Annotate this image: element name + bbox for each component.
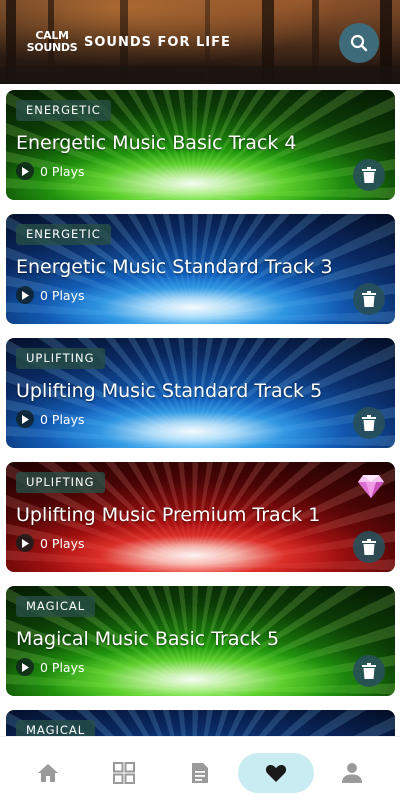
app-title: SOUNDS FOR LIFE xyxy=(84,35,231,50)
bottom-navigation xyxy=(0,736,400,800)
plays-label: 0 Plays xyxy=(40,163,85,179)
track-title: Uplifting Music Premium Track 1 xyxy=(16,504,321,526)
play-count: 0 Plays xyxy=(16,534,85,552)
trash-icon xyxy=(362,415,376,431)
heart-icon xyxy=(265,765,287,782)
category-badge: MAGICAL xyxy=(16,596,96,617)
search-icon xyxy=(350,34,368,52)
premium-gem-icon xyxy=(358,475,384,498)
track-card[interactable]: ENERGETIC Energetic Music Basic Track 4 … xyxy=(6,90,395,200)
track-card[interactable]: ENERGETIC Energetic Music Standard Track… xyxy=(6,214,395,324)
profile-icon xyxy=(342,763,362,783)
search-button[interactable] xyxy=(339,23,379,63)
track-list[interactable]: ENERGETIC Energetic Music Basic Track 4 … xyxy=(0,84,400,736)
nav-documents[interactable] xyxy=(162,753,238,793)
app-header: CALM SOUNDS SOUNDS FOR LIFE xyxy=(0,0,400,84)
category-badge: UPLIFTING xyxy=(16,348,105,369)
document-icon xyxy=(192,763,208,783)
nav-categories[interactable] xyxy=(86,753,162,793)
trash-icon xyxy=(362,291,376,307)
category-badge: UPLIFTING xyxy=(16,472,105,493)
app-logo: CALM SOUNDS xyxy=(26,30,78,60)
play-icon[interactable] xyxy=(16,162,34,180)
grid-icon xyxy=(113,762,135,784)
track-title: Magical Music Basic Track 5 xyxy=(16,628,280,650)
play-count: 0 Plays xyxy=(16,162,85,180)
play-icon[interactable] xyxy=(16,534,34,552)
home-icon xyxy=(38,764,58,782)
play-icon[interactable] xyxy=(16,658,34,676)
track-card[interactable]: UPLIFTING Uplifting Music Standard Track… xyxy=(6,338,395,448)
play-icon[interactable] xyxy=(16,286,34,304)
delete-button[interactable] xyxy=(353,283,385,315)
trash-icon xyxy=(362,539,376,555)
plays-label: 0 Plays xyxy=(40,287,85,303)
delete-button[interactable] xyxy=(353,531,385,563)
delete-button[interactable] xyxy=(353,655,385,687)
plays-label: 0 Plays xyxy=(40,659,85,675)
track-title: Uplifting Music Standard Track 5 xyxy=(16,380,323,402)
category-badge: MAGICAL xyxy=(16,720,96,736)
play-count: 0 Plays xyxy=(16,410,85,428)
play-count: 0 Plays xyxy=(16,658,85,676)
category-badge: ENERGETIC xyxy=(16,100,111,121)
trash-icon xyxy=(362,167,376,183)
track-card[interactable]: MAGICAL xyxy=(6,710,395,736)
play-count: 0 Plays xyxy=(16,286,85,304)
track-card[interactable]: MAGICAL Magical Music Basic Track 5 0 Pl… xyxy=(6,586,395,696)
category-badge: ENERGETIC xyxy=(16,224,111,245)
logo-line-2: SOUNDS xyxy=(26,41,78,54)
plays-label: 0 Plays xyxy=(40,411,85,427)
plays-label: 0 Plays xyxy=(40,535,85,551)
delete-button[interactable] xyxy=(353,407,385,439)
nav-home[interactable] xyxy=(10,753,86,793)
track-card[interactable]: UPLIFTING Uplifting Music Premium Track … xyxy=(6,462,395,572)
track-title: Energetic Music Basic Track 4 xyxy=(16,132,297,154)
track-title: Energetic Music Standard Track 3 xyxy=(16,256,333,278)
delete-button[interactable] xyxy=(353,159,385,191)
nav-favorites[interactable] xyxy=(238,753,314,793)
play-icon[interactable] xyxy=(16,410,34,428)
nav-profile[interactable] xyxy=(314,753,390,793)
trash-icon xyxy=(362,663,376,679)
